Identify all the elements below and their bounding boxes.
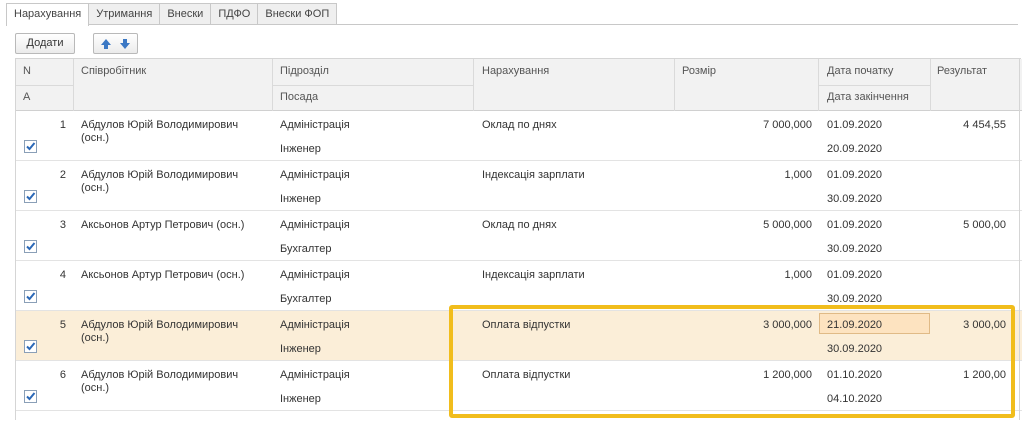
- employee-name: Абдулов Юрій Володимирович: [81, 169, 239, 181]
- header-n: N: [23, 65, 31, 77]
- row-number: 1: [59, 119, 66, 131]
- employee-name: Аксьонов Артур Петрович (осн.): [81, 219, 245, 231]
- row-checkbox[interactable]: [24, 290, 37, 303]
- tab-contributions[interactable]: Внески: [159, 3, 212, 25]
- tabs-divider: [6, 24, 1018, 25]
- position-cell: Бухгалтер: [280, 243, 332, 255]
- result-cell: 4 454,55: [963, 119, 1006, 131]
- date-start-cell: 01.10.2020: [827, 369, 883, 381]
- accrual-cell: Оклад по днях: [482, 219, 557, 231]
- date-end-cell: 04.10.2020: [827, 393, 883, 405]
- row-checkbox[interactable]: [24, 140, 37, 153]
- table-right-border: [1019, 58, 1020, 420]
- header-employee[interactable]: Співробітник: [81, 65, 146, 77]
- position-cell: Інженер: [280, 143, 321, 155]
- tab-pdfo[interactable]: ПДФО: [210, 3, 259, 25]
- employee-name-suffix: (осн.): [81, 332, 110, 344]
- tab-fop-contributions[interactable]: Внески ФОП: [257, 3, 338, 25]
- accruals-table: N А Співробітник Підрозділ Посада Нараху…: [15, 58, 1022, 420]
- amount-cell: 1,000: [784, 169, 812, 181]
- accrual-cell: Індексація зарплати: [482, 269, 585, 281]
- header-amount[interactable]: Розмір: [682, 65, 716, 77]
- header-accrual[interactable]: Нарахування: [482, 65, 549, 77]
- accrual-cell: Оклад по днях: [482, 119, 557, 131]
- tab-accruals[interactable]: Нарахування: [6, 3, 90, 26]
- amount-cell: 1 200,000: [763, 369, 812, 381]
- header-a: А: [23, 91, 31, 103]
- row-checkbox[interactable]: [24, 190, 37, 203]
- table-row[interactable]: 6 Абдулов Юрій Володимирович (осн.) Адмі…: [16, 361, 1022, 411]
- header-date-start[interactable]: Дата початку: [827, 65, 893, 77]
- header-department[interactable]: Підрозділ: [280, 65, 329, 77]
- row-checkbox[interactable]: [24, 240, 37, 253]
- move-up-icon[interactable]: [99, 37, 113, 51]
- department-cell: Адміністрація: [280, 119, 350, 131]
- date-end-cell: 30.09.2020: [827, 343, 883, 355]
- date-end-cell: 20.09.2020: [827, 143, 883, 155]
- employee-name: Аксьонов Артур Петрович (осн.): [81, 269, 245, 281]
- date-start-cell: 01.09.2020: [827, 119, 883, 131]
- position-cell: Інженер: [280, 393, 321, 405]
- position-cell: Бухгалтер: [280, 293, 332, 305]
- department-cell: Адміністрація: [280, 319, 350, 331]
- move-down-icon[interactable]: [118, 37, 132, 51]
- row-checkbox[interactable]: [24, 390, 37, 403]
- amount-cell: 3 000,000: [763, 319, 812, 331]
- table-row[interactable]: 1 Абдулов Юрій Володимирович (осн.) Адмі…: [16, 111, 1022, 161]
- employee-name: Абдулов Юрій Володимирович: [81, 119, 239, 131]
- date-end-cell: 30.09.2020: [827, 193, 883, 205]
- header-position[interactable]: Посада: [280, 91, 318, 103]
- position-cell: Інженер: [280, 193, 321, 205]
- date-start-cell: 01.09.2020: [827, 169, 883, 181]
- row-number: 2: [59, 169, 66, 181]
- result-cell: 3 000,00: [963, 319, 1006, 331]
- department-cell: Адміністрація: [280, 369, 350, 381]
- row-number: 3: [59, 219, 66, 231]
- amount-cell: 1,000: [784, 269, 812, 281]
- date-end-cell: 30.09.2020: [827, 243, 883, 255]
- move-buttons: [93, 33, 138, 54]
- result-cell: 1 200,00: [963, 369, 1006, 381]
- row-number: 6: [59, 369, 66, 381]
- amount-cell: 7 000,000: [763, 119, 812, 131]
- table-row-selected[interactable]: 5 Абдулов Юрій Володимирович (осн.) Адмі…: [16, 311, 1022, 361]
- date-end-cell: 30.09.2020: [827, 293, 883, 305]
- header-result[interactable]: Результат: [937, 65, 987, 77]
- amount-cell: 5 000,000: [763, 219, 812, 231]
- accrual-cell: Оплата відпустки: [482, 369, 571, 381]
- date-start-cell: 01.09.2020: [827, 269, 883, 281]
- add-button[interactable]: Додати: [15, 33, 75, 54]
- row-checkbox[interactable]: [24, 340, 37, 353]
- accrual-cell: Оплата відпустки: [482, 319, 571, 331]
- table-row[interactable]: 3 Аксьонов Артур Петрович (осн.) Адмініс…: [16, 211, 1022, 261]
- table-row[interactable]: 2 Абдулов Юрій Володимирович (осн.) Адмі…: [16, 161, 1022, 211]
- header-date-end[interactable]: Дата закінчення: [827, 91, 909, 103]
- employee-name-suffix: (осн.): [81, 132, 110, 144]
- position-cell: Інженер: [280, 343, 321, 355]
- date-start-cell[interactable]: 21.09.2020: [827, 319, 882, 331]
- tab-deductions[interactable]: Утримання: [88, 3, 161, 25]
- date-start-cell: 01.09.2020: [827, 219, 883, 231]
- department-cell: Адміністрація: [280, 219, 350, 231]
- tab-bar: Нарахування Утримання Внески ПДФО Внески…: [6, 3, 338, 26]
- employee-name-suffix: (осн.): [81, 182, 110, 194]
- employee-name: Абдулов Юрій Володимирович: [81, 319, 239, 331]
- employee-name-suffix: (осн.): [81, 382, 110, 394]
- department-cell: Адміністрація: [280, 269, 350, 281]
- department-cell: Адміністрація: [280, 169, 350, 181]
- table-row[interactable]: 4 Аксьонов Артур Петрович (осн.) Адмініс…: [16, 261, 1022, 311]
- accrual-cell: Індексація зарплати: [482, 169, 585, 181]
- row-number: 4: [59, 269, 66, 281]
- employee-name: Абдулов Юрій Володимирович: [81, 369, 239, 381]
- row-number: 5: [59, 319, 66, 331]
- result-cell: 5 000,00: [963, 219, 1006, 231]
- table-header: N А Співробітник Підрозділ Посада Нараху…: [16, 59, 1022, 111]
